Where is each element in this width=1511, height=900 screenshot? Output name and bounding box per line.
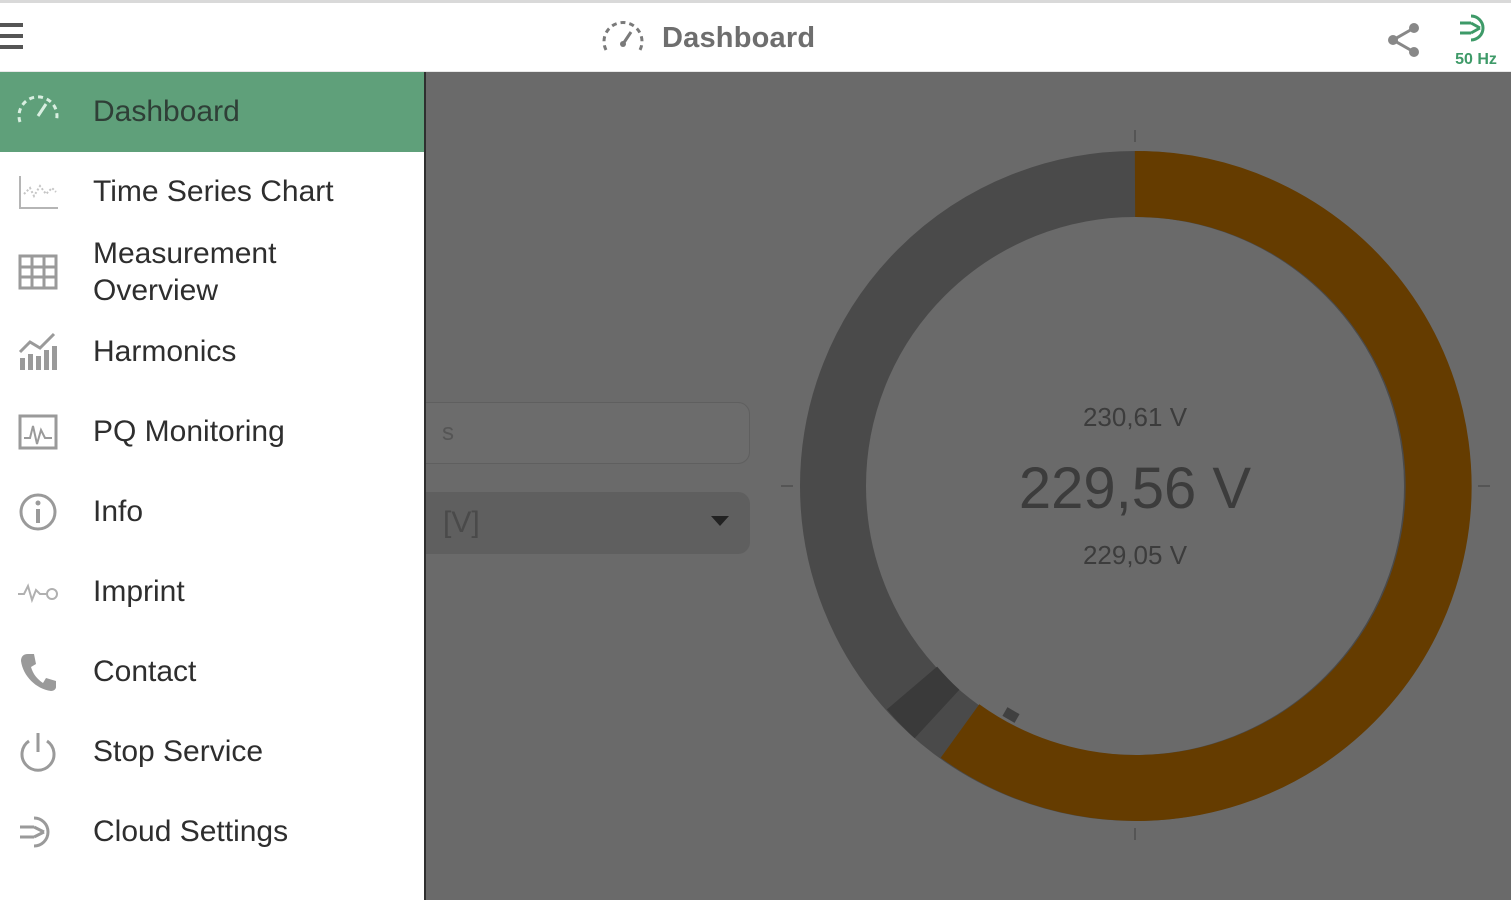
nav-label: Info (93, 495, 144, 528)
cloud-plug-icon (20, 816, 50, 848)
nav-item-dashboard[interactable]: Dashboard (0, 72, 424, 152)
info-icon (19, 493, 57, 531)
nav-item-stop-service[interactable]: Stop Service (0, 712, 424, 792)
unit-select[interactable]: [V] (395, 492, 750, 554)
nav-item-imprint[interactable]: Imprint (0, 552, 424, 632)
app-bar: Dashboard 50 Hz (0, 3, 1511, 72)
imprint-icon (18, 583, 58, 604)
gauge-min-value: 229,05 V (1082, 540, 1188, 570)
unit-select-value: [V] (443, 506, 480, 539)
nav-label: Dashboard (93, 95, 240, 128)
bar-chart-icon (18, 332, 57, 370)
share-button[interactable] (1385, 21, 1423, 59)
nav-label: Time Series Chart (93, 175, 334, 208)
nav-item-time-series-chart[interactable]: Time Series Chart (0, 152, 424, 232)
frequency-status-button[interactable]: 50 Hz (1446, 11, 1506, 71)
nav-label: Imprint (93, 575, 185, 608)
nav-label: Harmonics (93, 335, 237, 368)
nav-item-pq-monitoring[interactable]: PQ Monitoring (0, 392, 424, 472)
gauge-marker (1002, 707, 1020, 723)
frequency-label: 50 Hz (1455, 51, 1497, 68)
nav-item-measurement-overview[interactable]: Measurement Overview (0, 232, 424, 312)
nav-item-contact[interactable]: Contact (0, 632, 424, 712)
dropdown-arrow-icon (711, 516, 729, 526)
nav-item-harmonics[interactable]: Harmonics (0, 312, 424, 392)
nav-label: Measurement Overview (93, 237, 277, 307)
gauge-max-value: 230,61 V (1082, 402, 1188, 432)
cloud-plug-icon (1460, 14, 1485, 42)
nav-item-cloud-settings[interactable]: Cloud Settings (0, 792, 424, 872)
interval-field-value: s (442, 419, 454, 446)
navigation-drawer: Dashboard Time Series Chart Measurement … (0, 72, 426, 900)
interval-field[interactable]: s (395, 402, 750, 464)
power-icon (20, 733, 56, 772)
nav-label: Contact (93, 655, 197, 688)
table-grid-icon (18, 254, 58, 290)
share-icon (1388, 23, 1419, 57)
nav-item-info[interactable]: Info (0, 472, 424, 552)
phone-icon (21, 654, 56, 691)
speedometer-icon (17, 95, 59, 123)
menu-icon[interactable] (0, 21, 26, 55)
nav-label: Stop Service (93, 735, 264, 768)
gauge-min-max-range (886, 666, 960, 739)
page-title: Dashboard (662, 21, 816, 54)
line-chart-icon (19, 176, 58, 209)
speedometer-icon (602, 21, 644, 51)
nav-label: Cloud Settings (93, 815, 289, 848)
gauge-current-value: 229,56 V (1018, 456, 1252, 521)
page-title-group: Dashboard (600, 15, 815, 61)
monitor-waveform-icon (18, 414, 58, 450)
nav-label: PQ Monitoring (93, 415, 285, 448)
